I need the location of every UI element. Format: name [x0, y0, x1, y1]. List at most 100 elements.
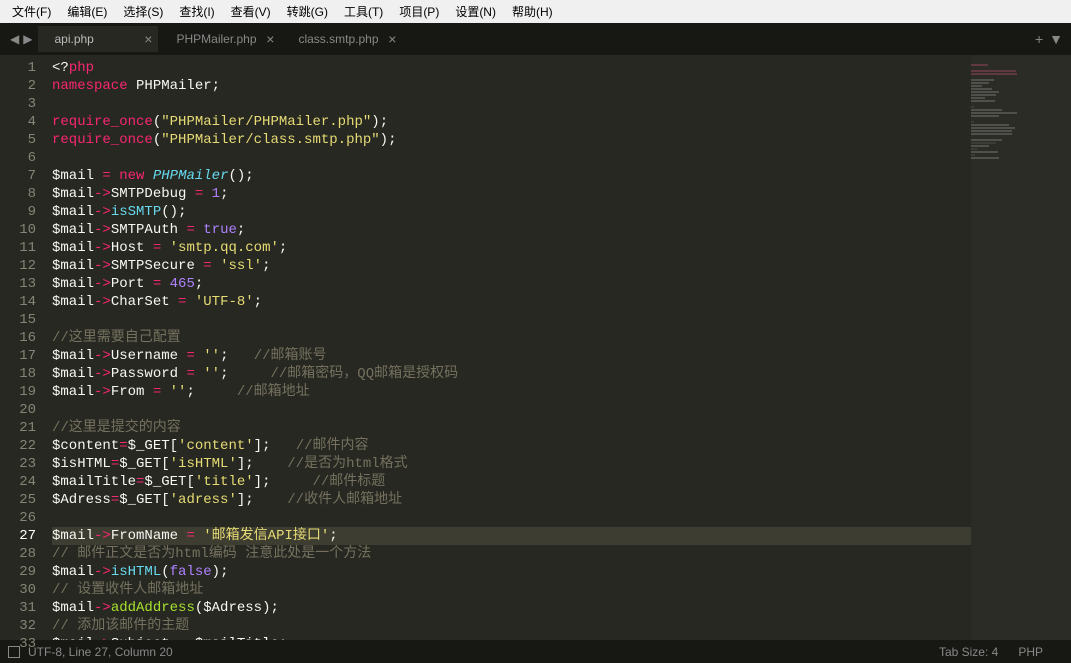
tab-bar: ◀ ▶ api.php×PHPMailer.php×class.smtp.php… — [0, 23, 1071, 55]
line-number[interactable]: 4 — [4, 113, 36, 131]
code-line[interactable]: $mail->addAddress($Adress); — [52, 599, 971, 617]
line-number[interactable]: 10 — [4, 221, 36, 239]
line-number[interactable]: 27 — [4, 527, 36, 545]
line-number[interactable]: 2 — [4, 77, 36, 95]
nav-right-icon[interactable]: ▶ — [21, 32, 34, 46]
code-line[interactable] — [52, 509, 971, 527]
line-number[interactable]: 29 — [4, 563, 36, 581]
code-line[interactable]: require_once("PHPMailer/class.smtp.php")… — [52, 131, 971, 149]
code-line[interactable]: $mail->From = ''; //邮箱地址 — [52, 383, 971, 401]
code-line[interactable]: $Adress=$_GET['adress']; //收件人邮箱地址 — [52, 491, 971, 509]
code-line[interactable]: <?php — [52, 59, 971, 77]
file-tab[interactable]: PHPMailer.php × — [160, 26, 280, 52]
menu-item[interactable]: 查找(I) — [171, 1, 222, 22]
code-line[interactable]: $mail->isHTML(false); — [52, 563, 971, 581]
line-number[interactable]: 24 — [4, 473, 36, 491]
menu-item[interactable]: 转跳(G) — [279, 1, 336, 22]
tab-menu-icon[interactable]: ▼ — [1049, 31, 1063, 47]
menu-bar: 文件(F)编辑(E)选择(S)查找(I)查看(V)转跳(G)工具(T)项目(P)… — [0, 0, 1071, 23]
line-number[interactable]: 28 — [4, 545, 36, 563]
code-line[interactable]: // 添加该邮件的主题 — [52, 617, 971, 635]
line-number[interactable]: 23 — [4, 455, 36, 473]
code-line[interactable]: $mail->Password = ''; //邮箱密码，QQ邮箱是授权码 — [52, 365, 971, 383]
tab-nav-arrows: ◀ ▶ — [4, 32, 38, 46]
file-tab[interactable]: class.smtp.php × — [282, 26, 402, 52]
code-line[interactable]: $mail->isSMTP(); — [52, 203, 971, 221]
tab-label: PHPMailer.php — [176, 32, 256, 46]
line-number[interactable]: 1 — [4, 59, 36, 77]
line-number[interactable]: 15 — [4, 311, 36, 329]
line-number[interactable]: 18 — [4, 365, 36, 383]
line-number[interactable]: 6 — [4, 149, 36, 167]
line-number[interactable]: 11 — [4, 239, 36, 257]
close-icon[interactable]: × — [144, 31, 152, 47]
code-line[interactable] — [52, 401, 971, 419]
line-number[interactable]: 32 — [4, 617, 36, 635]
code-line[interactable]: $isHTML=$_GET['isHTML']; //是否为html格式 — [52, 455, 971, 473]
menu-item[interactable]: 工具(T) — [336, 1, 391, 22]
code-line[interactable]: $mail->SMTPDebug = 1; — [52, 185, 971, 203]
line-number[interactable]: 14 — [4, 293, 36, 311]
code-line[interactable]: $mail->SMTPAuth = true; — [52, 221, 971, 239]
code-line[interactable]: $mail->Subject = $mailTitle; — [52, 635, 971, 640]
menu-item[interactable]: 设置(N) — [447, 1, 504, 22]
close-icon[interactable]: × — [388, 31, 396, 47]
code-line[interactable]: //这里是提交的内容 — [52, 419, 971, 437]
code-line[interactable]: require_once("PHPMailer/PHPMailer.php"); — [52, 113, 971, 131]
line-number[interactable]: 33 — [4, 635, 36, 653]
code-line[interactable]: // 邮件正文是否为html编码 注意此处是一个方法 — [52, 545, 971, 563]
code-line[interactable]: $mailTitle=$_GET['title']; //邮件标题 — [52, 473, 971, 491]
code-line[interactable]: $mail = new PHPMailer(); — [52, 167, 971, 185]
nav-left-icon[interactable]: ◀ — [8, 32, 21, 46]
line-number[interactable]: 19 — [4, 383, 36, 401]
tab-label: api.php — [54, 32, 93, 46]
code-line[interactable] — [52, 95, 971, 113]
code-line[interactable]: $mail->SMTPSecure = 'ssl'; — [52, 257, 971, 275]
code-line[interactable]: $mail->Username = ''; //邮箱账号 — [52, 347, 971, 365]
line-number[interactable]: 13 — [4, 275, 36, 293]
line-number[interactable]: 7 — [4, 167, 36, 185]
line-number[interactable]: 3 — [4, 95, 36, 113]
line-number[interactable]: 31 — [4, 599, 36, 617]
menu-item[interactable]: 编辑(E) — [59, 1, 115, 22]
new-tab-icon[interactable]: + — [1035, 31, 1043, 47]
line-number[interactable]: 21 — [4, 419, 36, 437]
code-line[interactable] — [52, 149, 971, 167]
line-number[interactable]: 30 — [4, 581, 36, 599]
code-line[interactable]: $mail->Port = 465; — [52, 275, 971, 293]
code-line[interactable]: $mail->Host = 'smtp.qq.com'; — [52, 239, 971, 257]
code-line[interactable]: namespace PHPMailer; — [52, 77, 971, 95]
line-number-gutter: 1234567891011121314151617181920212223242… — [0, 55, 44, 640]
line-number[interactable]: 12 — [4, 257, 36, 275]
line-number[interactable]: 17 — [4, 347, 36, 365]
status-language[interactable]: PHP — [1018, 645, 1043, 659]
tab-bar-right: + ▼ — [1035, 31, 1063, 47]
line-number[interactable]: 26 — [4, 509, 36, 527]
code-area[interactable]: <?phpnamespace PHPMailer; require_once("… — [44, 55, 971, 640]
line-number[interactable]: 9 — [4, 203, 36, 221]
close-icon[interactable]: × — [266, 31, 274, 47]
line-number[interactable]: 20 — [4, 401, 36, 419]
menu-item[interactable]: 帮助(H) — [504, 1, 561, 22]
code-line[interactable]: $mail->CharSet = 'UTF-8'; — [52, 293, 971, 311]
menu-item[interactable]: 查看(V) — [223, 1, 279, 22]
line-number[interactable]: 16 — [4, 329, 36, 347]
menu-item[interactable]: 文件(F) — [4, 1, 59, 22]
status-position[interactable]: UTF-8, Line 27, Column 20 — [28, 645, 173, 659]
code-line[interactable]: $mail->FromName = '邮箱发信API接口'; — [52, 527, 971, 545]
menu-item[interactable]: 选择(S) — [115, 1, 171, 22]
code-line[interactable]: $content=$_GET['content']; //邮件内容 — [52, 437, 971, 455]
code-line[interactable] — [52, 311, 971, 329]
code-line[interactable]: //这里需要自己配置 — [52, 329, 971, 347]
line-number[interactable]: 5 — [4, 131, 36, 149]
line-number[interactable]: 25 — [4, 491, 36, 509]
tab-label: class.smtp.php — [298, 32, 378, 46]
line-number[interactable]: 8 — [4, 185, 36, 203]
line-number[interactable]: 22 — [4, 437, 36, 455]
menu-item[interactable]: 项目(P) — [391, 1, 447, 22]
status-bar: UTF-8, Line 27, Column 20 Tab Size: 4 PH… — [0, 640, 1071, 663]
minimap[interactable] — [971, 55, 1071, 640]
status-tab-size[interactable]: Tab Size: 4 — [939, 645, 998, 659]
code-line[interactable]: // 设置收件人邮箱地址 — [52, 581, 971, 599]
file-tab[interactable]: api.php × — [38, 26, 158, 52]
